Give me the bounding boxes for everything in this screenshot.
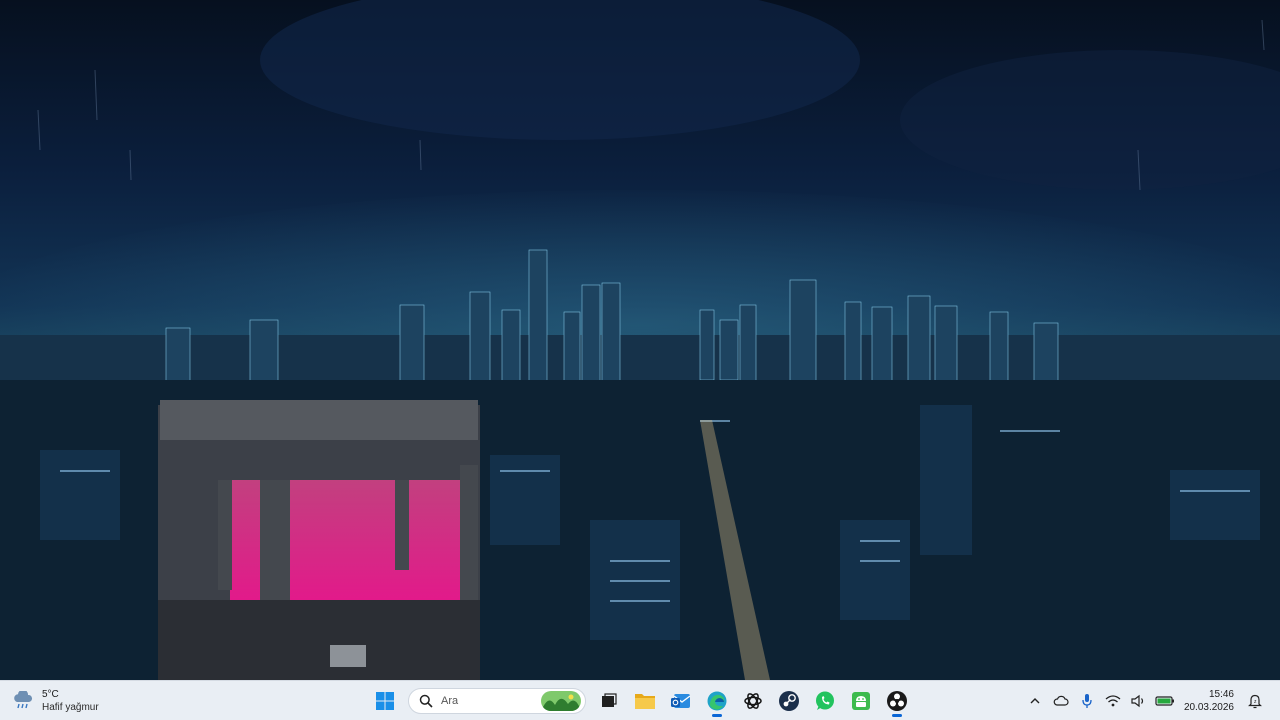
folder-icon bbox=[635, 694, 655, 709]
weather-condition: Hafif yağmur bbox=[42, 702, 99, 713]
onedrive-cloud-icon[interactable] bbox=[1050, 689, 1072, 713]
whatsapp-icon bbox=[816, 691, 834, 710]
weather-widget[interactable]: 5°C Hafif yağmur bbox=[12, 685, 99, 717]
windows-logo-icon bbox=[376, 692, 394, 710]
notification-bell-icon[interactable]: z bbox=[1244, 689, 1266, 713]
taskbar-center: Ara bbox=[368, 684, 914, 718]
volume-icon[interactable] bbox=[1128, 689, 1150, 713]
taskbar: 5°C Hafif yağmur Ara 15:46 20.03.2026 z bbox=[0, 680, 1280, 720]
search-placeholder: Ara bbox=[441, 695, 459, 707]
city-night-wallpaper bbox=[0, 0, 1280, 680]
wifi-icon[interactable] bbox=[1102, 689, 1124, 713]
cloud-rain-icon bbox=[12, 691, 34, 711]
chevron-up-icon[interactable] bbox=[1024, 689, 1046, 713]
microphone-icon[interactable] bbox=[1076, 689, 1098, 713]
steam-icon bbox=[779, 691, 799, 711]
clock-time: 15:46 bbox=[1208, 689, 1234, 700]
steam-button[interactable] bbox=[772, 684, 806, 718]
search-highlight-image bbox=[541, 691, 581, 711]
clock-date: 20.03.2026 bbox=[1183, 702, 1234, 713]
obs-studio-button[interactable] bbox=[880, 684, 914, 718]
chatgpt-button[interactable] bbox=[736, 684, 770, 718]
android-icon bbox=[852, 692, 870, 710]
task-view-button[interactable] bbox=[592, 684, 626, 718]
battery-icon[interactable] bbox=[1154, 689, 1176, 713]
start-button[interactable] bbox=[368, 684, 402, 718]
taskbar-clock[interactable]: 15:46 20.03.2026 bbox=[1184, 688, 1234, 714]
svg-text:z: z bbox=[1254, 699, 1257, 705]
file-explorer-button[interactable] bbox=[628, 684, 662, 718]
weather-temperature: 5°C bbox=[42, 689, 59, 700]
outlook-button[interactable] bbox=[664, 684, 698, 718]
mail-icon bbox=[671, 694, 691, 708]
desktop-wallpaper bbox=[0, 0, 1280, 680]
taskbar-search-box[interactable]: Ara bbox=[408, 688, 586, 714]
edge-browser-button[interactable] bbox=[700, 684, 734, 718]
search-icon bbox=[419, 694, 433, 708]
edge-icon bbox=[707, 691, 727, 711]
openai-icon bbox=[744, 693, 762, 709]
obs-icon bbox=[887, 691, 907, 711]
system-tray: 15:46 20.03.2026 z bbox=[1024, 685, 1266, 717]
whatsapp-button[interactable] bbox=[808, 684, 842, 718]
task-view-icon bbox=[602, 693, 617, 707]
android-app-button[interactable] bbox=[844, 684, 878, 718]
